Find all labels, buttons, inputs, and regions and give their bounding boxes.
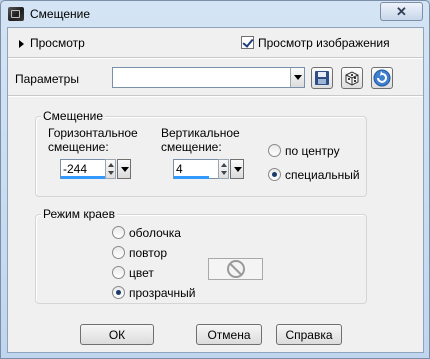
spin-down-icon[interactable] <box>221 171 227 175</box>
divider <box>8 95 423 97</box>
random-dice-icon <box>345 71 359 86</box>
params-combobox[interactable] <box>112 67 305 88</box>
vertical-offset-dropdown[interactable] <box>230 159 244 179</box>
preview-image-label[interactable]: Просмотр изображения <box>258 36 390 50</box>
chevron-down-icon[interactable] <box>290 68 304 87</box>
params-label: Параметры <box>15 72 79 86</box>
preview-image-checkbox[interactable] <box>241 36 254 49</box>
spin-down-icon[interactable] <box>108 171 114 175</box>
horizontal-offset-slider[interactable] <box>61 176 109 179</box>
horizontal-offset-spinner[interactable] <box>105 159 116 179</box>
edge-transparent-label[interactable]: прозрачный <box>129 286 196 300</box>
reset-button[interactable] <box>371 67 393 89</box>
help-button[interactable]: Справка <box>276 324 342 345</box>
expand-preview-icon[interactable] <box>19 40 24 48</box>
edge-repeat-label[interactable]: повтор <box>129 246 167 260</box>
custom-radio[interactable] <box>268 168 281 181</box>
edge-mode-group-label: Режим краев <box>41 207 117 221</box>
save-preset-button[interactable] <box>311 67 333 89</box>
title-bar[interactable]: Смещение ✕ <box>1 1 429 27</box>
spin-up-icon[interactable] <box>221 163 227 167</box>
spin-up-icon[interactable] <box>108 163 114 167</box>
dialog-body: Просмотр Просмотр изображения Параметры <box>7 27 424 353</box>
edge-repeat-radio[interactable] <box>112 246 125 259</box>
dialog-window: Смещение ✕ Просмотр Просмотр изображения… <box>0 0 430 359</box>
edge-color-label[interactable]: цвет <box>129 266 154 280</box>
edge-color-swatch[interactable] <box>208 258 263 280</box>
random-preset-button[interactable] <box>341 67 363 89</box>
vertical-offset-value: 4 <box>176 162 183 176</box>
save-preset-icon <box>315 71 329 85</box>
custom-radio-label[interactable]: специальный <box>285 168 360 182</box>
close-button[interactable]: ✕ <box>380 2 423 21</box>
horizontal-offset-dropdown[interactable] <box>117 159 131 179</box>
vertical-offset-label: Вертикальное смещение: <box>161 126 240 154</box>
vertical-offset-slider[interactable] <box>174 176 209 179</box>
preview-toggle-label[interactable]: Просмотр <box>30 36 85 50</box>
horizontal-offset-value: -244 <box>63 162 88 176</box>
app-icon <box>8 7 24 21</box>
close-icon: ✕ <box>396 3 407 19</box>
ok-button[interactable]: ОК <box>80 324 154 345</box>
horizontal-offset-label: Горизонтальное смещение: <box>48 126 138 154</box>
divider <box>8 57 423 59</box>
vertical-offset-spinner[interactable] <box>218 159 229 179</box>
edge-color-radio[interactable] <box>112 266 125 279</box>
no-color-icon <box>227 260 245 278</box>
edge-wrap-radio[interactable] <box>112 226 125 239</box>
edge-mode-group <box>35 214 367 304</box>
offset-group-label: Смещение <box>41 109 106 123</box>
edge-transparent-radio[interactable] <box>112 286 125 299</box>
edge-wrap-label[interactable]: оболочка <box>129 226 181 240</box>
center-radio-label[interactable]: по центру <box>285 144 340 158</box>
reset-icon <box>373 69 391 87</box>
center-radio[interactable] <box>268 144 281 157</box>
window-title: Смещение <box>30 7 91 21</box>
cancel-button[interactable]: Отмена <box>196 324 262 345</box>
